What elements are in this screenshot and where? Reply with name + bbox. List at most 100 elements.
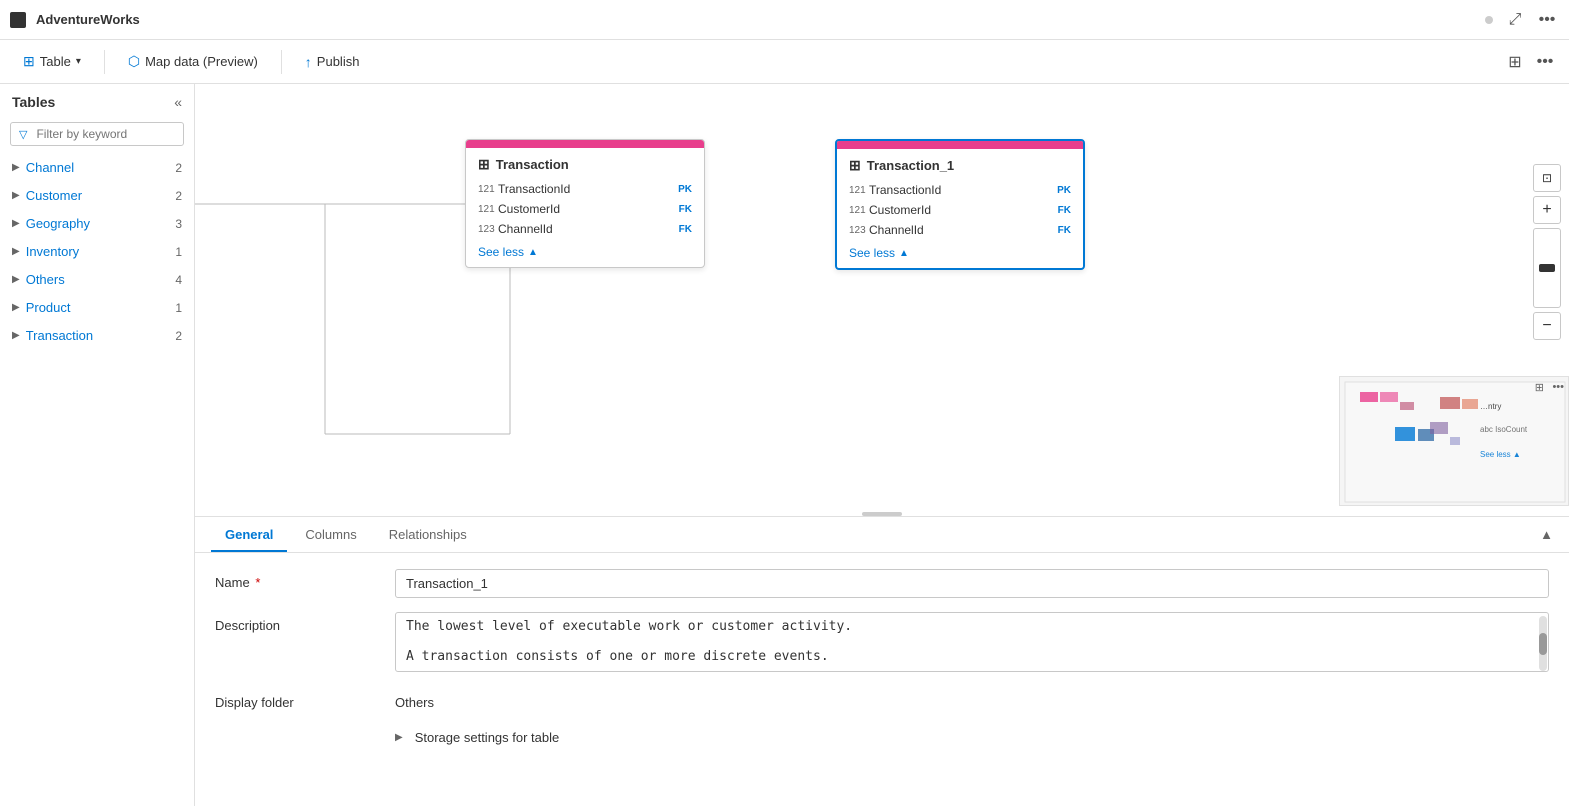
field-type-icon: 123 [478,224,498,235]
canvas-area: ⊞ Transaction 121 TransactionId PK 121 C… [195,84,1569,516]
transaction-card-title: ⊞ Transaction [466,148,704,179]
see-less-button-1[interactable]: See less ▲ [837,240,1083,268]
tab-general-label: General [225,527,273,542]
sidebar-item-others[interactable]: ▶ Others 4 [0,266,194,294]
description-textarea-wrap: The lowest level of executable work or c… [395,612,1549,675]
display-folder-value: Others [395,689,1549,716]
description-textarea[interactable]: The lowest level of executable work or c… [395,612,1549,672]
zoom-in-button[interactable]: + [1533,196,1561,224]
filter-input-wrap: ▽ [0,118,194,154]
publish-icon: ↑ [305,54,312,70]
field-name: CustomerId [869,203,1054,217]
table-dropdown-icon: ▾ [76,56,81,67]
tab-relationships-label: Relationships [389,527,467,542]
bottom-panel-content: Name * Description The lowest level of e… [195,553,1569,767]
panel-collapse-button[interactable]: ▲ [1540,527,1553,542]
sidebar-item-geography[interactable]: ▶ Geography 3 [0,210,194,238]
chevron-right-icon: ▶ [12,330,20,341]
sidebar-item-count: 2 [175,329,182,343]
svg-text:See less ▲: See less ▲ [1480,450,1521,459]
zoom-controls: ⊡ + − [1533,164,1561,340]
name-input[interactable] [395,569,1549,598]
bottom-panel: General Columns Relationships ▲ Name * [195,516,1569,806]
name-label-text: Name [215,575,250,590]
sidebar-collapse-button[interactable]: « [174,94,182,110]
zoom-slider[interactable] [1533,228,1561,308]
sidebar-item-inventory[interactable]: ▶ Inventory 1 [0,238,194,266]
table-card-icon: ⊞ [849,157,861,174]
field-row: 123 ChannelId FK [466,219,704,239]
field-badge: FK [1058,205,1071,216]
sidebar-item-count: 4 [175,273,182,287]
svg-text:abc IsoCount: abc IsoCount [1480,425,1528,434]
see-less-button[interactable]: See less ▲ [466,239,704,267]
fit-view-button[interactable]: ⊡ [1533,164,1561,192]
storage-expand-icon: ▶ [395,732,403,743]
tab-columns[interactable]: Columns [291,517,370,552]
transaction1-card[interactable]: ⊞ Transaction_1 121 TransactionId PK 121… [835,139,1085,270]
table-button[interactable]: ⊞ Table ▾ [12,47,92,76]
more-toolbar-icon[interactable]: ••• [1533,50,1557,74]
tab-columns-label: Columns [305,527,356,542]
sidebar-item-count: 1 [175,301,182,315]
table-icon: ⊞ [23,53,35,70]
bottom-panel-header: General Columns Relationships ▲ [195,517,1569,553]
storage-settings-row[interactable]: ▶ Storage settings for table [215,730,1549,745]
mini-map-svg: …ntry abc IsoCount See less ▲ [1340,377,1569,506]
field-name: TransactionId [498,182,674,196]
field-name: ChannelId [498,222,675,236]
field-row: 121 CustomerId FK [837,200,1083,220]
sidebar-item-transaction[interactable]: ▶ Transaction 2 [0,322,194,350]
field-badge: PK [678,184,692,195]
field-type-icon: 121 [478,184,498,195]
storage-settings-label: Storage settings for table [415,730,560,745]
sidebar-item-label: Others [26,272,176,287]
tab-relationships[interactable]: Relationships [375,517,481,552]
transaction-card[interactable]: ⊞ Transaction 121 TransactionId PK 121 C… [465,139,705,268]
sidebar-item-count: 2 [175,161,182,175]
map-data-button[interactable]: ⬡ Map data (Preview) [117,47,269,76]
sidebar-item-customer[interactable]: ▶ Customer 2 [0,182,194,210]
sidebar-item-channel[interactable]: ▶ Channel 2 [0,154,194,182]
form-row-name: Name * [215,569,1549,598]
transaction-title-text: Transaction [496,157,569,172]
field-row: 121 TransactionId PK [466,179,704,199]
description-label: Description [215,612,395,633]
zoom-thumb [1539,264,1555,272]
chevron-right-icon: ▶ [12,190,20,201]
chevron-right-icon: ▶ [12,274,20,285]
grid-view-icon[interactable]: ⊞ [1503,50,1527,74]
zoom-out-button[interactable]: − [1533,312,1561,340]
filter-icon: ▽ [19,128,27,141]
toolbar: ⊞ Table ▾ ⬡ Map data (Preview) ↑ Publish… [0,40,1569,84]
title-bar-actions: ⤢ ••• [1503,8,1559,32]
restore-icon[interactable]: ⤢ [1503,8,1527,32]
filter-keyword-input[interactable] [36,127,175,141]
field-type-icon: 123 [849,225,869,236]
filter-input-container[interactable]: ▽ [10,122,184,146]
more-options-icon[interactable]: ••• [1535,8,1559,32]
chevron-right-icon: ▶ [12,218,20,229]
chevron-right-icon: ▶ [12,162,20,173]
sidebar-item-label: Product [26,300,176,315]
transaction-card-header [466,140,704,148]
textarea-scrollbar-thumb [1539,633,1547,655]
unsaved-indicator [1485,16,1493,24]
sidebar-item-product[interactable]: ▶ Product 1 [0,294,194,322]
app-logo [10,12,26,28]
publish-button[interactable]: ↑ Publish [294,48,371,76]
field-badge: FK [1058,225,1071,236]
mini-map: …ntry abc IsoCount See less ▲ ••• ⊞ [1339,376,1569,506]
app-title: AdventureWorks [36,12,1475,27]
form-row-display-folder: Display folder Others [215,689,1549,716]
toolbar-divider-1 [104,50,105,74]
mini-map-more-icon[interactable]: ••• [1552,381,1564,393]
publish-label: Publish [317,54,360,69]
name-label: Name * [215,569,395,590]
panel-resize-handle[interactable] [862,512,902,516]
tab-general[interactable]: General [211,517,287,552]
field-badge: FK [679,204,692,215]
field-badge: FK [679,224,692,235]
sidebar-item-label: Customer [26,188,176,203]
mini-map-grid-icon[interactable]: ⊞ [1535,381,1544,394]
